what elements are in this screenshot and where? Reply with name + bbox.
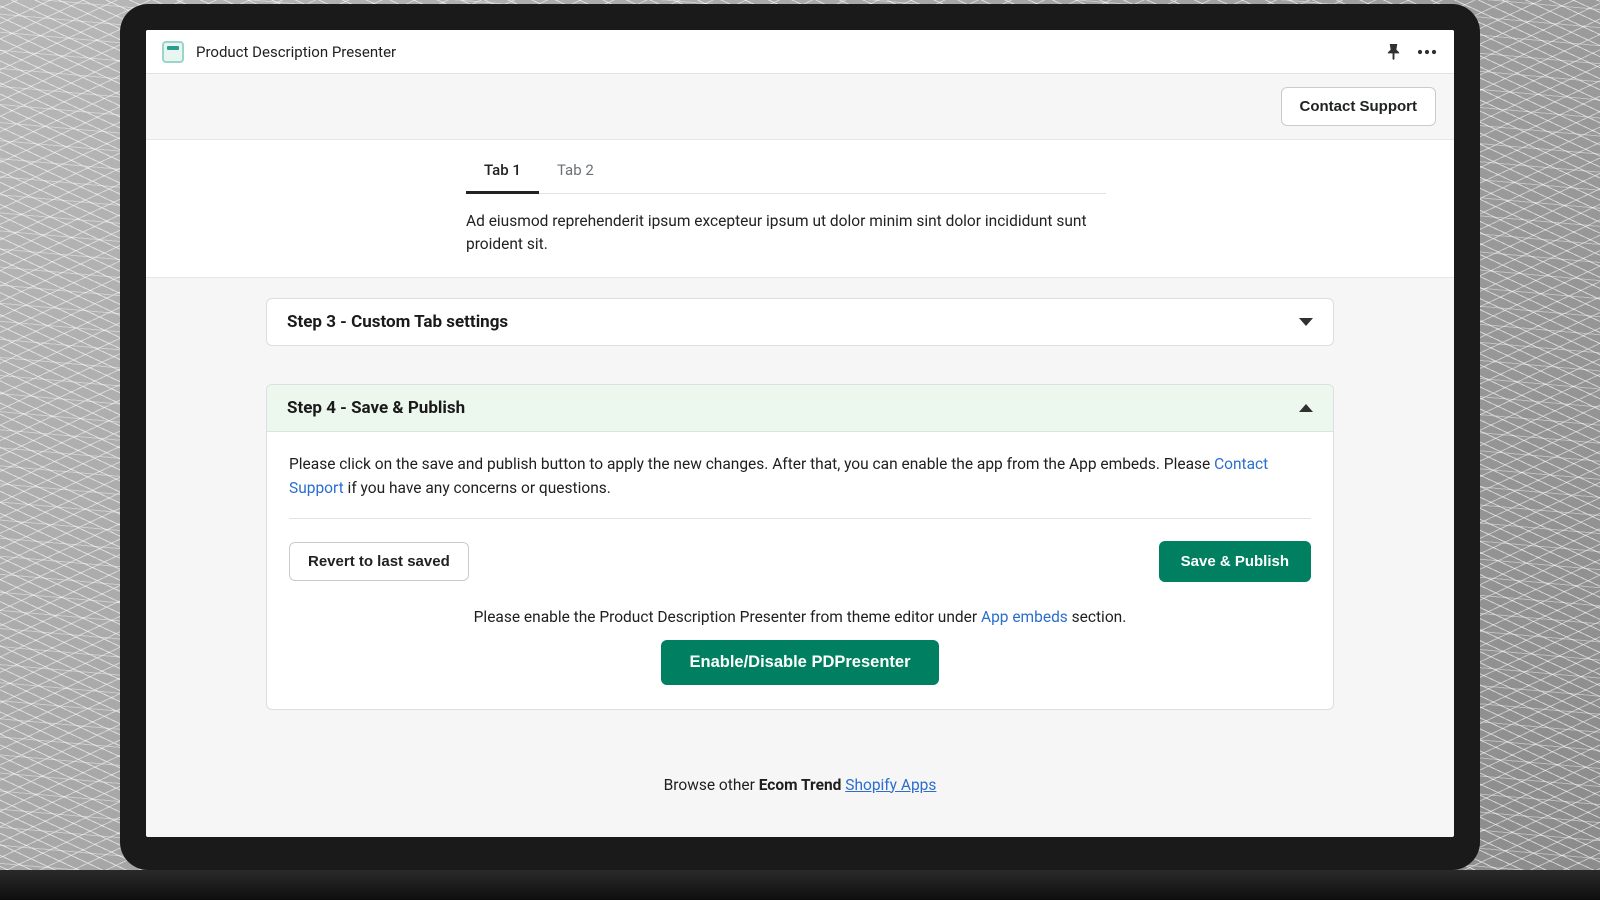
app-icon (162, 41, 184, 63)
chevron-up-icon (1299, 404, 1313, 412)
footer-line: Browse other Ecom Trend Shopify Apps (266, 748, 1334, 804)
step-4-help-text: Please click on the save and publish but… (289, 452, 1311, 519)
app-topbar: Product Description Presenter (146, 30, 1454, 74)
support-bar: Contact Support (146, 74, 1454, 140)
step-3-title: Step 3 - Custom Tab settings (287, 312, 508, 332)
help-text-part-1: Please click on the save and publish but… (289, 455, 1214, 473)
step-3-header[interactable]: Step 3 - Custom Tab settings (267, 299, 1333, 345)
step-4-card: Step 4 - Save & Publish Please click on … (266, 384, 1334, 710)
pin-icon[interactable] (1382, 41, 1404, 63)
step-4-header[interactable]: Step 4 - Save & Publish (267, 385, 1333, 432)
preview-tab-2[interactable]: Tab 2 (539, 151, 612, 194)
step-3-card: Step 3 - Custom Tab settings (266, 298, 1334, 346)
app-embeds-link[interactable]: App embeds (981, 608, 1068, 626)
enable-disable-button[interactable]: Enable/Disable PDPresenter (661, 640, 938, 685)
enable-hint-part-1: Please enable the Product Description Pr… (474, 608, 981, 626)
preview-tab-content: Ad eiusmod reprehenderit ipsum excepteur… (466, 194, 1106, 257)
revert-button[interactable]: Revert to last saved (289, 542, 469, 581)
more-menu-icon[interactable] (1416, 41, 1438, 63)
footer-brand: Ecom Trend (759, 776, 842, 794)
shopify-apps-link[interactable]: Shopify Apps (845, 776, 936, 794)
enable-hint: Please enable the Product Description Pr… (289, 608, 1311, 626)
save-publish-button[interactable]: Save & Publish (1159, 541, 1311, 582)
app-title: Product Description Presenter (196, 43, 396, 61)
laptop-base (0, 870, 1600, 900)
footer-prefix: Browse other (664, 776, 759, 794)
contact-support-button[interactable]: Contact Support (1281, 87, 1437, 126)
preview-tab-1[interactable]: Tab 1 (466, 151, 539, 194)
step-4-body: Please click on the save and publish but… (267, 432, 1333, 709)
enable-hint-part-2: section. (1068, 608, 1127, 626)
step-4-title: Step 4 - Save & Publish (287, 398, 465, 418)
step-4-actions: Revert to last saved Save & Publish (289, 519, 1311, 582)
main-content: Step 3 - Custom Tab settings Step 4 - Sa… (146, 278, 1454, 838)
preview-tabs: Tab 1 Tab 2 (466, 150, 1106, 194)
help-text-part-2: if you have any concerns or questions. (344, 479, 611, 497)
chevron-down-icon (1299, 318, 1313, 326)
app-screen: Product Description Presenter Contact Su… (146, 30, 1454, 837)
preview-panel: Tab 1 Tab 2 Ad eiusmod reprehenderit ips… (146, 140, 1454, 278)
laptop-frame: Product Description Presenter Contact Su… (120, 4, 1480, 870)
enable-section: Please enable the Product Description Pr… (289, 582, 1311, 685)
